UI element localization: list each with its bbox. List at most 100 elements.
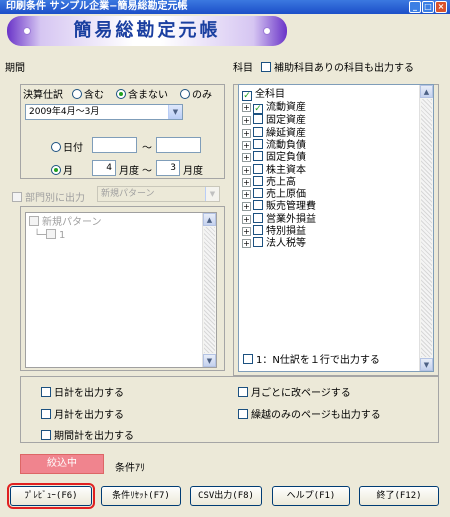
chevron-down-icon[interactable]: ▼ — [205, 187, 219, 201]
tree-root-pattern[interactable]: 新規パターン — [29, 216, 102, 229]
page-per-month-checkbox[interactable]: 月ごとに改ページする — [238, 384, 351, 399]
subject-item[interactable]: + 売上原価 — [242, 188, 306, 201]
expand-plus-icon[interactable]: + — [242, 214, 251, 224]
subject-checkbox-icon[interactable]: ✓ — [253, 104, 263, 114]
filter-button[interactable]: 絞込中 — [20, 454, 104, 474]
subject-root[interactable]: ✓ 全科目 — [242, 89, 285, 101]
subjects-scrollbar[interactable]: ▲ ▼ — [419, 85, 433, 371]
subject-checkbox-icon[interactable] — [253, 126, 263, 137]
chevron-down-icon[interactable]: ▼ — [168, 105, 182, 119]
radio-month-icon[interactable] — [51, 165, 61, 175]
one-to-n-checkbox-icon[interactable] — [243, 354, 253, 364]
tree-child-1[interactable]: └─ 1 — [34, 229, 65, 242]
help-button[interactable]: ヘルプ(F1) — [272, 486, 350, 506]
month-to-input[interactable]: 3 — [156, 160, 180, 176]
aux-subjects-checkbox-icon[interactable] — [261, 62, 271, 72]
subject-root-checkbox-icon[interactable]: ✓ — [242, 91, 252, 101]
scroll-up-icon[interactable]: ▲ — [203, 213, 216, 226]
subject-item[interactable]: + 固定資産 — [242, 114, 306, 127]
subject-item-label: 売上原価 — [266, 189, 306, 201]
period-total-checkbox[interactable]: 期間計を出力する — [41, 427, 134, 442]
date-from-input[interactable] — [92, 137, 137, 153]
subject-checkbox-icon[interactable] — [253, 212, 263, 223]
subject-item[interactable]: + 売上高 — [242, 175, 296, 189]
department-tree[interactable]: 新規パターン └─ 1 ▲ ▼ — [25, 212, 217, 368]
subject-checkbox-icon[interactable] — [253, 151, 263, 162]
daily-total-checkbox[interactable]: 日計を出力する — [41, 384, 124, 399]
scroll-track[interactable] — [421, 99, 432, 357]
subject-item-label: 流動資産 — [266, 102, 306, 113]
page-per-month-checkbox-icon[interactable] — [238, 387, 248, 397]
monthly-total-checkbox-icon[interactable] — [41, 409, 51, 419]
preview-button[interactable]: ﾌﾟﾚﾋﾞｭｰ(F6) — [7, 483, 95, 509]
month-from-input[interactable]: 4 — [92, 160, 116, 176]
subject-checkbox-icon[interactable] — [253, 188, 263, 199]
radio-include[interactable]: 含む — [72, 86, 104, 101]
subject-item[interactable]: + 流動負債 — [242, 138, 306, 152]
tree-child-checkbox-icon[interactable] — [46, 229, 57, 239]
expand-plus-icon[interactable]: + — [242, 227, 251, 236]
expand-plus-icon[interactable]: + — [242, 128, 251, 138]
close-icon[interactable]: × — [435, 1, 447, 13]
subject-checkbox-icon[interactable] — [253, 163, 263, 174]
carryover-page-checkbox-icon[interactable] — [238, 409, 248, 419]
subject-item[interactable]: + 営業外損益 — [242, 212, 316, 226]
subject-item-label: 営業外損益 — [266, 213, 316, 225]
subject-item[interactable]: + ✓ 流動資産 — [242, 102, 306, 114]
minimize-icon[interactable]: _ — [409, 1, 421, 13]
subject-item-label: 売上高 — [266, 176, 296, 188]
subject-checkbox-icon[interactable] — [253, 200, 263, 211]
subject-checkbox-icon[interactable] — [253, 138, 263, 149]
radio-month[interactable]: 月 — [51, 162, 73, 177]
radio-exclude[interactable]: 含まない — [116, 86, 168, 101]
subject-checkbox-icon[interactable] — [253, 225, 263, 235]
radio-only-icon[interactable] — [180, 89, 190, 99]
radio-date-icon[interactable] — [51, 142, 61, 152]
radio-exclude-icon[interactable] — [116, 89, 126, 99]
radio-only[interactable]: のみ — [180, 86, 212, 101]
tree-root-checkbox-icon[interactable] — [29, 216, 39, 226]
date-to-input[interactable] — [156, 137, 201, 153]
expand-plus-icon[interactable]: + — [242, 202, 251, 212]
subject-checkbox-icon[interactable] — [253, 237, 263, 248]
exit-button[interactable]: 終了(F12) — [359, 486, 439, 506]
expand-plus-icon[interactable]: + — [242, 190, 251, 200]
daily-total-checkbox-icon[interactable] — [41, 387, 51, 397]
expand-plus-icon[interactable]: + — [242, 103, 251, 112]
subject-item[interactable]: + 法人税等 — [242, 237, 306, 250]
expand-plus-icon[interactable]: + — [242, 165, 251, 175]
expand-plus-icon[interactable]: + — [242, 116, 251, 126]
one-to-n-checkbox[interactable]: 1：N仕訳を１行で出力する — [243, 351, 380, 366]
department-tree-scrollbar[interactable]: ▲ ▼ — [202, 213, 216, 367]
expand-plus-icon[interactable]: + — [242, 239, 251, 249]
subject-item[interactable]: + 株主資本 — [242, 163, 306, 177]
expand-plus-icon[interactable]: + — [242, 140, 251, 150]
subject-item[interactable]: + 固定負債 — [242, 151, 306, 164]
scroll-down-icon[interactable]: ▼ — [203, 354, 216, 367]
scroll-track[interactable] — [204, 227, 215, 353]
subject-item[interactable]: + 特別損益 — [242, 225, 306, 238]
carryover-page-checkbox[interactable]: 繰越のみのページも出力する — [238, 406, 381, 421]
subject-item[interactable]: + 販売管理費 — [242, 200, 316, 213]
radio-include-icon[interactable] — [72, 89, 82, 99]
subject-checkbox-icon[interactable] — [253, 114, 263, 125]
maximize-icon[interactable]: □ — [422, 1, 434, 13]
scroll-up-icon[interactable]: ▲ — [420, 85, 433, 98]
expand-plus-icon[interactable]: + — [242, 153, 251, 163]
subject-item-label: 繰延資産 — [266, 127, 306, 139]
department-checkbox[interactable]: 部門別に出力 — [12, 189, 85, 204]
expand-plus-icon[interactable]: + — [242, 177, 251, 187]
subject-checkbox-icon[interactable] — [253, 175, 263, 186]
period-total-checkbox-icon[interactable] — [41, 430, 51, 440]
department-checkbox-icon[interactable] — [12, 192, 22, 202]
subject-item[interactable]: + 繰延資産 — [242, 126, 306, 140]
csv-export-button[interactable]: CSV出力(F8) — [190, 486, 262, 506]
subjects-tree[interactable]: ✓ 全科目 + ✓ 流動資産 + 固定資産 + 繰延資産 + 流動負債 + 固定負債 + 株主資本 + 売上高… — [238, 84, 434, 372]
aux-subjects-checkbox[interactable]: 補助科目ありの科目も出力する — [261, 59, 414, 74]
department-pattern-select[interactable]: 新規パターン ▼ — [97, 186, 220, 202]
subject-item-label: 固定負債 — [266, 152, 306, 164]
reset-conditions-button[interactable]: 条件ﾘｾｯﾄ(F7) — [101, 486, 181, 506]
month-range-select[interactable]: 2009年4月〜3月 ▼ — [25, 104, 183, 120]
radio-date[interactable]: 日付 — [51, 139, 83, 154]
monthly-total-checkbox[interactable]: 月計を出力する — [41, 406, 124, 421]
